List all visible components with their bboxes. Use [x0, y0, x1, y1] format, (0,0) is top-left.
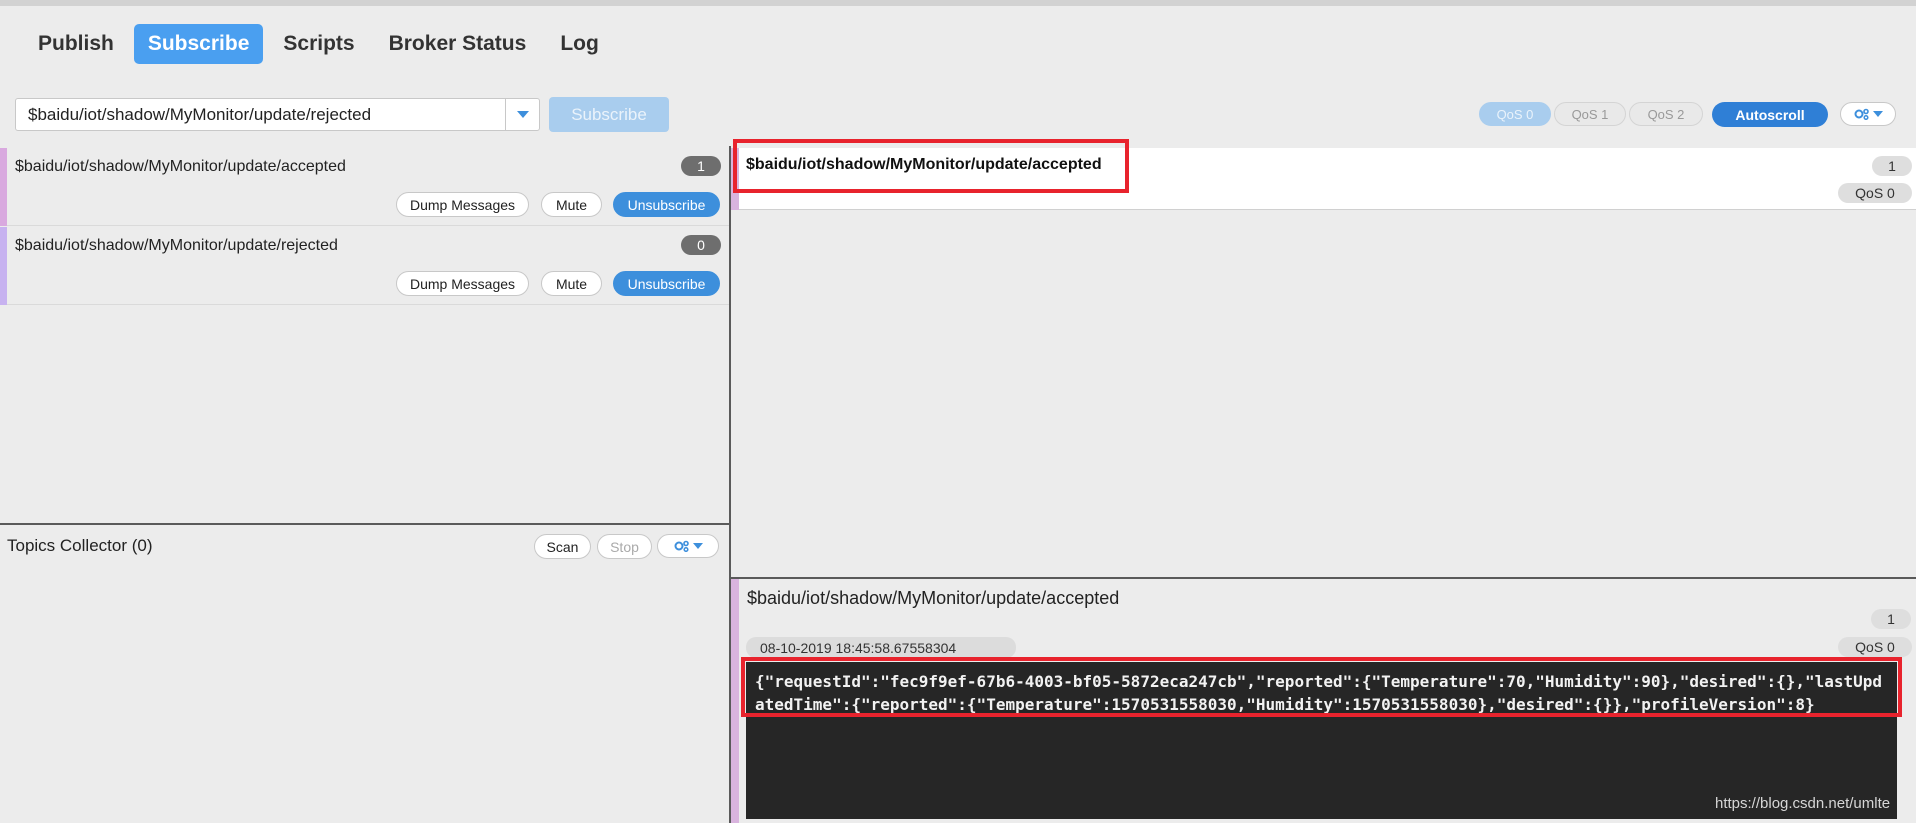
dump-messages-button[interactable]: Dump Messages [396, 192, 529, 217]
detail-color-stripe [731, 579, 739, 823]
tab-subscribe[interactable]: Subscribe [133, 24, 264, 64]
left-horizontal-splitter[interactable] [0, 523, 730, 525]
subscribe-button[interactable]: Subscribe [549, 97, 669, 132]
message-count-badge: 0 [681, 235, 721, 255]
subscription-topic: $baidu/iot/shadow/MyMonitor/update/rejec… [15, 237, 338, 254]
detail-topic: $baidu/iot/shadow/MyMonitor/update/accep… [747, 588, 1120, 608]
unsubscribe-button[interactable]: Unsubscribe [613, 271, 720, 296]
subscription-topic: $baidu/iot/shadow/MyMonitor/update/accep… [15, 158, 346, 175]
tab-broker-status[interactable]: Broker Status [375, 24, 541, 64]
watermark: https://blog.csdn.net/umlte [1715, 795, 1891, 812]
unsubscribe-button[interactable]: Unsubscribe [613, 192, 720, 217]
collector-options-button[interactable] [657, 534, 719, 558]
topic-combobox [15, 98, 540, 131]
detail-qos-badge: QoS 0 [1838, 637, 1912, 657]
message-qos-badge: QoS 0 [1838, 183, 1912, 203]
tab-publish[interactable]: Publish [24, 24, 128, 64]
highlight-box [733, 139, 1129, 193]
tab-log[interactable]: Log [546, 24, 612, 64]
tab-scripts[interactable]: Scripts [269, 24, 368, 64]
topics-collector-title: Topics Collector (0) [7, 536, 153, 555]
subscription-color-stripe [0, 227, 7, 305]
message-count-badge: 1 [681, 156, 721, 176]
dump-messages-button[interactable]: Dump Messages [396, 271, 529, 296]
window-top-edge [0, 0, 1916, 6]
highlight-box [741, 657, 1902, 717]
gears-icon [674, 540, 689, 552]
chevron-down-icon [692, 543, 703, 549]
qos0-filter-button[interactable]: QoS 0 [1479, 102, 1551, 126]
mute-button[interactable]: Mute [541, 192, 602, 217]
qos1-filter-button[interactable]: QoS 1 [1554, 102, 1626, 126]
subscription-item: $baidu/iot/shadow/MyMonitor/update/rejec… [0, 227, 730, 305]
topic-history-dropdown[interactable] [505, 99, 539, 130]
chevron-down-icon [516, 111, 529, 118]
subscriptions-list: $baidu/iot/shadow/MyMonitor/update/accep… [0, 148, 730, 524]
stop-button[interactable]: Stop [597, 534, 652, 559]
message-number-badge: 1 [1872, 156, 1912, 176]
qos2-filter-button[interactable]: QoS 2 [1629, 102, 1703, 126]
autoscroll-button[interactable]: Autoscroll [1712, 102, 1828, 127]
detail-number-badge: 1 [1871, 609, 1911, 629]
scan-button[interactable]: Scan [534, 534, 591, 559]
gears-icon [1854, 108, 1869, 120]
subscription-item: $baidu/iot/shadow/MyMonitor/update/accep… [0, 148, 730, 226]
main-tabs: Publish Subscribe Scripts Broker Status … [24, 24, 613, 64]
topic-input[interactable] [16, 99, 505, 130]
mute-button[interactable]: Mute [541, 271, 602, 296]
detail-timestamp: 08-10-2019 18:45:58.67558304 [746, 637, 1016, 658]
chevron-down-icon [1872, 111, 1883, 117]
right-horizontal-splitter[interactable] [731, 577, 1916, 579]
subscription-color-stripe [0, 148, 7, 226]
message-options-button[interactable] [1840, 102, 1896, 126]
